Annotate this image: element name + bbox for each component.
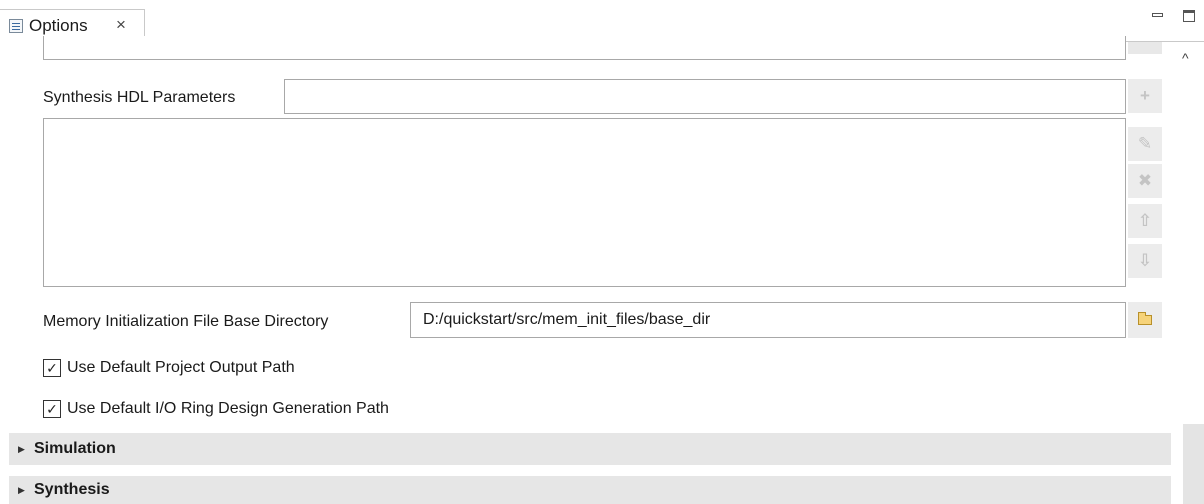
add-parameter-button[interactable]: + <box>1128 79 1162 113</box>
previous-field-button[interactable] <box>1128 42 1162 54</box>
expand-arrow-icon: ▶ <box>18 484 25 495</box>
hdl-parameters-list[interactable] <box>43 118 1126 287</box>
delete-icon: ✖ <box>1137 171 1153 190</box>
section-synthesis[interactable]: ▶ Synthesis <box>9 476 1171 504</box>
section-title: Simulation <box>34 440 116 457</box>
memory-init-dir-input[interactable] <box>410 302 1126 338</box>
section-simulation[interactable]: ▶ Simulation <box>9 433 1171 465</box>
scroll-up-icon[interactable]: ^ <box>1182 50 1189 66</box>
folder-icon <box>1138 312 1152 325</box>
arrow-down-icon: ⇩ <box>1137 251 1153 270</box>
arrow-up-icon: ⇧ <box>1137 211 1153 230</box>
checkbox-label: Use Default I/O Ring Design Generation P… <box>67 400 389 417</box>
minimize-icon[interactable] <box>1152 10 1163 17</box>
tab-close-icon[interactable]: × <box>116 15 126 35</box>
section-title: Synthesis <box>34 481 110 498</box>
previous-field-input[interactable] <box>43 36 1126 60</box>
hdl-parameter-input[interactable] <box>284 79 1126 114</box>
use-default-project-output-path-checkbox[interactable]: ✓ Use Default Project Output Path <box>43 359 295 377</box>
plus-icon: + <box>1140 86 1150 105</box>
memory-init-dir-label: Memory Initialization File Base Director… <box>43 313 329 330</box>
checkbox-checked-icon[interactable]: ✓ <box>43 400 61 418</box>
options-view-icon <box>9 19 23 33</box>
maximize-icon[interactable] <box>1183 10 1195 22</box>
scrollbar-thumb[interactable] <box>1183 424 1204 504</box>
checkbox-checked-icon[interactable]: ✓ <box>43 359 61 377</box>
edit-icon: ✎ <box>1137 134 1153 153</box>
expand-arrow-icon: ▶ <box>18 443 25 454</box>
hdl-parameters-label: Synthesis HDL Parameters <box>43 89 236 106</box>
move-up-button[interactable]: ⇧ <box>1128 204 1162 238</box>
checkbox-label: Use Default Project Output Path <box>67 359 295 376</box>
use-default-io-ring-path-checkbox[interactable]: ✓ Use Default I/O Ring Design Generation… <box>43 400 389 418</box>
browse-directory-button[interactable] <box>1128 302 1162 338</box>
edit-parameter-button[interactable]: ✎ <box>1128 127 1162 161</box>
remove-parameter-button[interactable]: ✖ <box>1128 164 1162 198</box>
tab-options-label: Options <box>29 16 88 35</box>
move-down-button[interactable]: ⇩ <box>1128 244 1162 278</box>
